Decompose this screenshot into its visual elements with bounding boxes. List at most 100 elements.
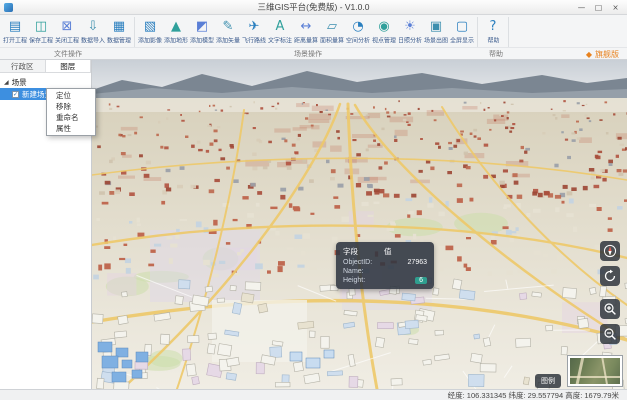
add-imagery-icon: ▧	[144, 18, 156, 35]
ribbon-button-label: 数据管理	[107, 35, 131, 44]
ribbon-button-fullscreen[interactable]: ▢全屏显示	[449, 17, 475, 45]
close-button[interactable]: ×	[608, 2, 623, 13]
ribbon-button-text-label[interactable]: A文字标注	[267, 17, 293, 45]
ribbon-group-help: ?帮助	[478, 17, 509, 47]
panel-tabs: 行政区 图层	[0, 60, 91, 73]
viewpoint-icon: ◉	[378, 18, 389, 35]
controls-spacer	[600, 291, 620, 294]
statusbar: 经度: 106.331345 纬度: 29.557794 高度: 1679.79…	[0, 389, 627, 400]
ribbon-button-export-scene[interactable]: ▣场景出图	[423, 17, 449, 45]
expander-icon[interactable]: ◢	[4, 79, 9, 86]
ribbon-button-save-project[interactable]: ◫保存工程	[28, 17, 54, 45]
tooltip-field-header: 字段	[343, 246, 358, 257]
minimap-road	[570, 376, 622, 378]
minimize-button[interactable]: —	[574, 2, 589, 13]
attr-value: 6	[415, 277, 427, 284]
tree-root-label: 场景	[12, 77, 27, 88]
feature-attribute-tooltip: 字段 值 ObjectID: 27963 Name: Height: 6	[336, 242, 434, 289]
ribbon-button-close-project[interactable]: ⊠关闭工程	[54, 17, 80, 45]
ribbon-button-label: 数据导入	[81, 35, 105, 44]
ribbon-button-label: 添加矢量	[216, 35, 240, 44]
ribbon-button-label: 视点管理	[372, 35, 396, 44]
flight-route-icon: ✈	[249, 18, 260, 35]
ribbon-button-measure-distance[interactable]: ↔距离量算	[293, 17, 319, 45]
tree-node-scene-root[interactable]: ◢ 场景	[0, 76, 91, 88]
compass-button[interactable]	[600, 241, 620, 261]
maximize-button[interactable]: □	[591, 2, 606, 13]
map-navigation-controls	[600, 241, 620, 344]
ribbon-button-label: 面积量算	[320, 35, 344, 44]
tab-districts[interactable]: 行政区	[0, 60, 46, 72]
context-menu-item-locate[interactable]: 定位	[47, 90, 95, 101]
upgrade-edition-button[interactable]: ◆ 旗舰版	[586, 49, 619, 60]
context-menu-item-properties[interactable]: 属性	[47, 123, 95, 134]
ribbon-button-label: 空间分析	[346, 35, 370, 44]
diamond-icon: ◆	[586, 50, 592, 59]
attr-value: 27963	[408, 259, 427, 266]
ribbon-button-open-project[interactable]: ▤打开工程	[2, 17, 28, 45]
measure-area-icon: ▱	[327, 18, 337, 35]
ribbon-button-data-manage[interactable]: ▦数据管理	[106, 17, 132, 45]
map-3d-view[interactable]	[92, 60, 627, 389]
data-manage-icon: ▦	[113, 18, 125, 35]
tab-layers[interactable]: 图层	[46, 60, 92, 72]
ribbon-button-label: 添加影像	[138, 35, 162, 44]
ribbon-button-flight-route[interactable]: ✈飞行路线	[241, 17, 267, 45]
close-project-icon: ⊠	[62, 18, 73, 35]
ribbon-button-label: 添加模型	[190, 35, 214, 44]
ribbon-button-label: 帮助	[487, 35, 499, 44]
context-menu-item-rename[interactable]: 重命名	[47, 112, 95, 123]
save-project-icon: ◫	[35, 18, 47, 35]
ribbon-button-spatial-analysis[interactable]: ◔空间分析	[345, 17, 371, 45]
ribbon-group-scene: ▧添加影像 ▲添加地形 ◩添加模型 ✎添加矢量 ✈飞行路线 A文字标注 ↔距离量…	[135, 17, 478, 47]
tooltip-header: 字段 值	[343, 246, 427, 257]
ribbon-button-sunlight[interactable]: ☀日照分析	[397, 17, 423, 45]
coordinate-readout: 经度: 106.331345 纬度: 29.557794 高度: 1679.79…	[448, 390, 619, 400]
open-project-icon: ▤	[9, 18, 21, 35]
ribbon-button-label: 关闭工程	[55, 35, 79, 44]
attr-label: ObjectID:	[343, 259, 372, 266]
layer-checkbox[interactable]: ✓	[12, 91, 19, 98]
ribbon-button-add-vector[interactable]: ✎添加矢量	[215, 17, 241, 45]
minimap-road	[575, 358, 584, 386]
app-icon	[4, 3, 13, 12]
minimap-road	[601, 358, 608, 386]
ribbon-button-import-data[interactable]: ⇩数据导入	[80, 17, 106, 45]
tooltip-row: Height: 6	[343, 277, 427, 284]
ribbon-button-measure-area[interactable]: ▱面积量算	[319, 17, 345, 45]
text-label-icon: A	[276, 18, 285, 35]
group-label-scene: 场景操作	[136, 49, 480, 59]
ribbon-icon-row: ▤打开工程 ◫保存工程 ⊠关闭工程 ⇩数据导入 ▦数据管理 ▧添加影像 ▲添加地…	[0, 15, 627, 47]
ribbon-button-add-terrain[interactable]: ▲添加地形	[163, 17, 189, 45]
add-vector-icon: ✎	[223, 18, 234, 35]
ribbon-button-label: 距离量算	[294, 35, 318, 44]
horizon-haze	[92, 98, 627, 112]
zoom-in-button[interactable]	[600, 299, 620, 319]
spatial-analysis-icon: ◔	[352, 18, 363, 35]
overview-minimap[interactable]	[568, 356, 622, 386]
ribbon-button-add-model[interactable]: ◩添加模型	[189, 17, 215, 45]
fullscreen-icon: ▢	[456, 18, 468, 35]
titlebar: 三维GIS平台(免费版) - V1.0.0 — □ ×	[0, 0, 627, 15]
help-icon: ?	[490, 18, 497, 35]
reset-view-icon	[603, 269, 617, 283]
import-data-icon: ⇩	[88, 18, 99, 35]
legend-button[interactable]: 图例	[535, 374, 561, 388]
attr-label: Height:	[343, 277, 365, 284]
context-menu-item-remove[interactable]: 移除	[47, 101, 95, 112]
ribbon-button-add-imagery[interactable]: ▧添加影像	[137, 17, 163, 45]
ribbon-button-label: 打开工程	[3, 35, 27, 44]
window-title: 三维GIS平台(免费版) - V1.0.0	[0, 1, 627, 13]
zoom-in-icon	[603, 302, 617, 316]
attr-label: Name:	[343, 268, 364, 275]
ribbon-group-labels: 文件操作 场景操作 帮助 ◆ 旗舰版	[0, 47, 627, 59]
group-label-help: 帮助	[480, 49, 512, 59]
compass-icon	[603, 244, 617, 258]
ribbon-button-viewpoint[interactable]: ◉视点管理	[371, 17, 397, 45]
ribbon-button-help[interactable]: ?帮助	[480, 17, 506, 45]
ribbon-toolbar: ▤打开工程 ◫保存工程 ⊠关闭工程 ⇩数据导入 ▦数据管理 ▧添加影像 ▲添加地…	[0, 15, 627, 60]
reset-view-button[interactable]	[600, 266, 620, 286]
ribbon-button-label: 飞行路线	[242, 35, 266, 44]
zoom-out-button[interactable]	[600, 324, 620, 344]
tooltip-row: ObjectID: 27963	[343, 259, 427, 266]
